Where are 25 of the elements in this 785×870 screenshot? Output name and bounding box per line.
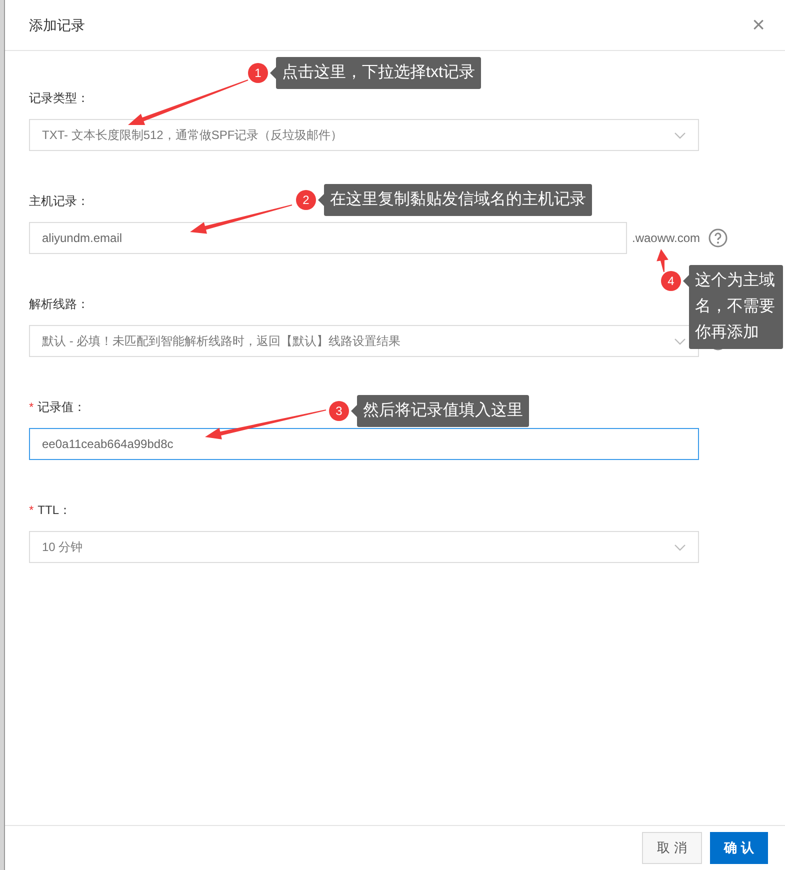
field-label: 解析线路： — [29, 296, 89, 313]
select-field[interactable]: TXT- 文本长度限制512，通常做SPF记录（反垃圾邮件） — [29, 119, 699, 151]
dialog-title: 添加记录 — [29, 16, 85, 34]
annotation-tooltip: 然后将记录值填入这里 — [351, 395, 529, 427]
annotation-tooltip: 这个为主域名，不需要你再添加 — [683, 265, 783, 349]
field-label: 记录类型： — [29, 90, 89, 107]
chevron-down-icon — [674, 544, 686, 550]
arrow — [656, 249, 668, 272]
required-mark: * — [29, 401, 34, 413]
domain-suffix: .waoww.com — [632, 230, 699, 247]
input-field[interactable]: ee0a11ceab664a99bd8c — [29, 428, 699, 460]
confirm-button[interactable]: 确 认 — [710, 832, 768, 864]
input-field[interactable]: aliyundm.email — [29, 222, 627, 254]
chevron-down-icon — [674, 338, 686, 344]
select-field[interactable]: 10 分钟 — [29, 531, 699, 563]
annotation-tooltip: 点击这里，下拉选择txt记录 — [270, 57, 481, 89]
close-button[interactable]: × — [752, 14, 765, 36]
cancel-button[interactable]: 取 消 — [642, 832, 702, 864]
field-label: 主机记录： — [29, 193, 89, 210]
field-label: 记录值： — [38, 399, 86, 416]
field-label: TTL： — [38, 502, 72, 519]
annotation-tooltip: 在这里复制黏贴发信域名的主机记录 — [318, 184, 592, 216]
chevron-down-icon — [674, 132, 686, 138]
required-mark: * — [29, 504, 34, 516]
help-icon[interactable] — [708, 228, 728, 248]
